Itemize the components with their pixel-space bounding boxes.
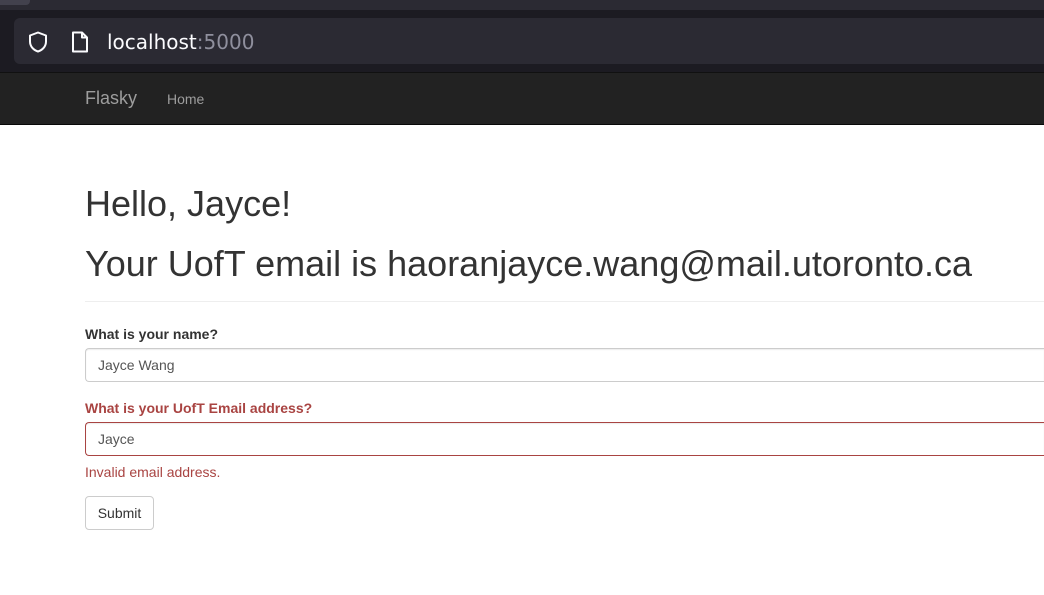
page-icon bbox=[72, 31, 88, 53]
navbar-brand[interactable]: Flasky bbox=[85, 88, 137, 108]
url-host: localhost bbox=[107, 30, 197, 54]
name-input-value: Jayce Wang bbox=[98, 357, 175, 373]
shield-icon[interactable] bbox=[26, 30, 50, 54]
browser-chrome: localhost:5000 bbox=[0, 0, 1044, 72]
name-label: What is your name? bbox=[85, 326, 219, 342]
url-text[interactable]: localhost:5000 bbox=[107, 30, 254, 54]
tab-edge[interactable] bbox=[0, 0, 30, 5]
email-heading: Your UofT email is haoranjayce.wang@mail… bbox=[85, 243, 973, 284]
navbar: Flasky Home bbox=[0, 72, 1044, 125]
name-input[interactable]: Jayce Wang bbox=[85, 348, 1044, 382]
email-error-message: Invalid email address. bbox=[85, 464, 221, 480]
submit-button[interactable]: Submit bbox=[85, 496, 154, 530]
email-input[interactable]: Jayce bbox=[85, 422, 1044, 456]
tab-strip bbox=[0, 0, 1044, 10]
email-input-value: Jayce bbox=[98, 431, 135, 447]
url-port: :5000 bbox=[196, 30, 255, 54]
nav-home-link[interactable]: Home bbox=[167, 90, 204, 108]
email-label: What is your UofT Email address? bbox=[85, 400, 313, 416]
page-header-divider bbox=[85, 301, 1044, 302]
greeting-heading: Hello, Jayce! bbox=[85, 183, 292, 224]
